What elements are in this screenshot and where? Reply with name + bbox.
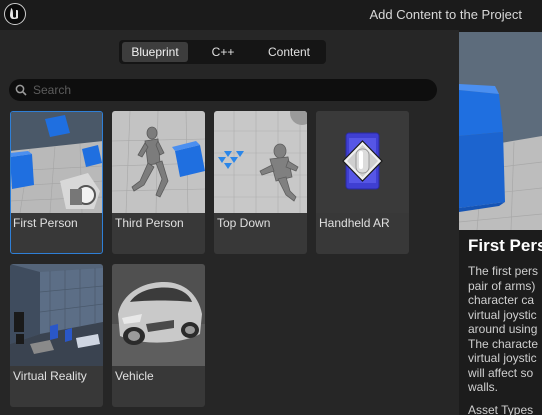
tab-blueprint[interactable]: Blueprint — [122, 42, 188, 62]
description-line: virtual joystic — [468, 307, 537, 322]
third-person-thumbnail — [112, 111, 205, 213]
description-line: The first pers — [468, 264, 539, 278]
top-down-thumbnail — [214, 111, 307, 213]
template-card-vehicle[interactable]: Vehicle — [112, 264, 205, 407]
template-card-top-down[interactable]: Top Down — [214, 111, 307, 254]
template-card-label: First Person — [13, 216, 78, 230]
description-line: The characte — [468, 336, 539, 351]
description-line: around using — [468, 322, 538, 336]
description-line: will affect so — [468, 365, 534, 380]
template-card-label: Virtual Reality — [13, 369, 87, 383]
window-title: Add Content to the Project — [369, 7, 522, 22]
template-card-virtual-reality[interactable]: Virtual Reality — [10, 264, 103, 407]
unreal-logo-icon — [4, 3, 26, 25]
vehicle-thumbnail — [112, 264, 205, 366]
details-title: First Pers — [468, 236, 542, 255]
template-card-third-person[interactable]: Third Person — [112, 111, 205, 254]
asset-types-label: Asset Types — [468, 403, 534, 415]
template-card-label: Handheld AR — [319, 216, 390, 230]
description-line: character ca — [468, 293, 535, 307]
template-preview-image — [459, 32, 542, 230]
search-icon — [15, 84, 27, 96]
category-tabs: Blueprint C++ Content — [119, 40, 326, 64]
template-card-label: Vehicle — [115, 369, 154, 383]
handheld-ar-thumbnail — [316, 111, 409, 213]
virtual-reality-thumbnail — [10, 264, 103, 366]
description-line: virtual joystic — [468, 351, 537, 365]
template-card-first-person[interactable]: First Person — [10, 111, 103, 254]
first-person-thumbnail — [11, 112, 102, 213]
template-card-label: Top Down — [217, 216, 271, 230]
title-bar: Add Content to the Project — [0, 0, 542, 30]
tab-content[interactable]: Content — [255, 42, 323, 62]
template-card-label: Third Person — [115, 216, 184, 230]
template-browser: Blueprint C++ Content First — [0, 30, 453, 415]
description-line: walls. — [468, 380, 499, 394]
template-card-handheld-ar[interactable]: Handheld AR — [316, 111, 409, 254]
tab-cpp[interactable]: C++ — [193, 42, 253, 62]
search-box — [9, 79, 437, 101]
description-line: pair of arms) — [468, 278, 536, 293]
search-input[interactable] — [33, 81, 423, 99]
details-description: The first pers pair of arms) character c… — [468, 264, 542, 395]
details-panel: First Pers The first pers pair of arms) … — [459, 30, 542, 415]
